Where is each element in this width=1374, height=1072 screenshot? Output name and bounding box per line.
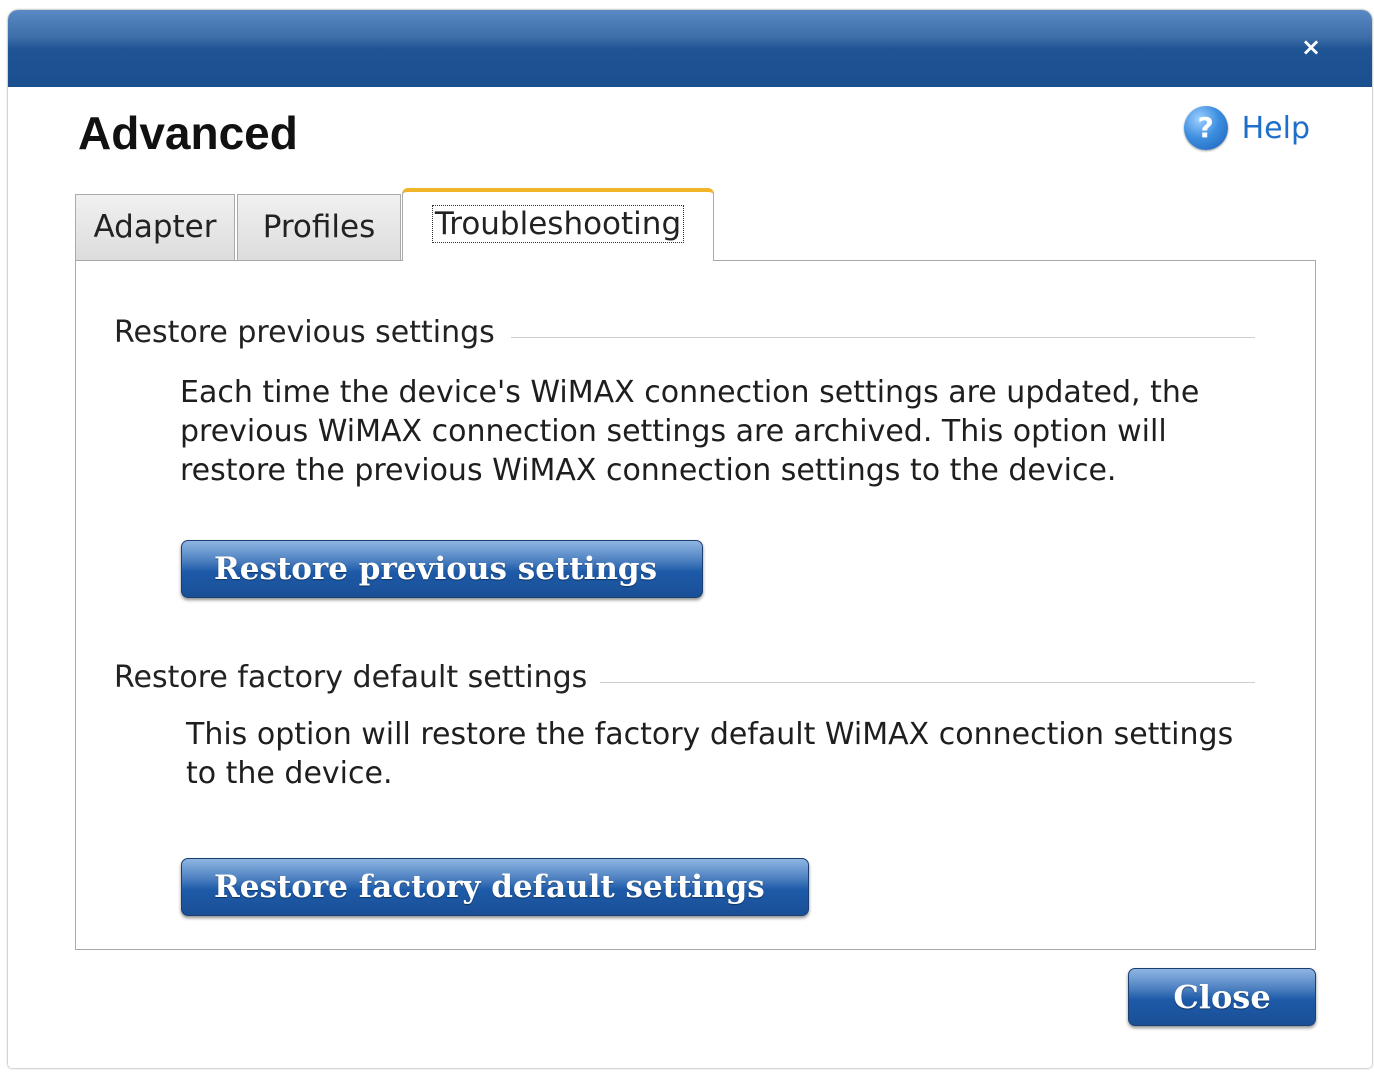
tab-troubleshooting-label: Troubleshooting — [431, 205, 685, 243]
tab-troubleshooting[interactable]: Troubleshooting — [402, 188, 714, 261]
restore-factory-button[interactable]: Restore factory default settings — [181, 858, 809, 916]
restore-previous-button[interactable]: Restore previous settings — [181, 540, 703, 598]
restore-previous-description: Each time the device's WiMAX connection … — [180, 375, 1200, 488]
help-link[interactable]: ? Help — [1183, 106, 1310, 150]
troubleshooting-panel: Restore previous settings Each time the … — [75, 260, 1316, 950]
restore-factory-description: This option will restore the factory def… — [186, 717, 1234, 791]
tab-adapter[interactable]: Adapter — [75, 194, 235, 260]
tab-profiles[interactable]: Profiles — [237, 194, 401, 260]
close-icon[interactable]: × — [1298, 34, 1324, 60]
section-divider — [511, 337, 1255, 338]
help-label[interactable]: Help — [1242, 111, 1310, 146]
advanced-dialog: × Advanced ? Help Adapter Profiles Troub… — [8, 10, 1372, 1068]
title-bar[interactable]: × — [8, 10, 1372, 87]
section-divider — [600, 682, 1255, 683]
restore-previous-heading: Restore previous settings — [114, 315, 495, 350]
help-icon[interactable]: ? — [1183, 106, 1228, 150]
dialog-title: Advanced — [78, 107, 298, 159]
restore-factory-heading: Restore factory default settings — [114, 660, 588, 695]
close-button[interactable]: Close — [1128, 968, 1316, 1026]
